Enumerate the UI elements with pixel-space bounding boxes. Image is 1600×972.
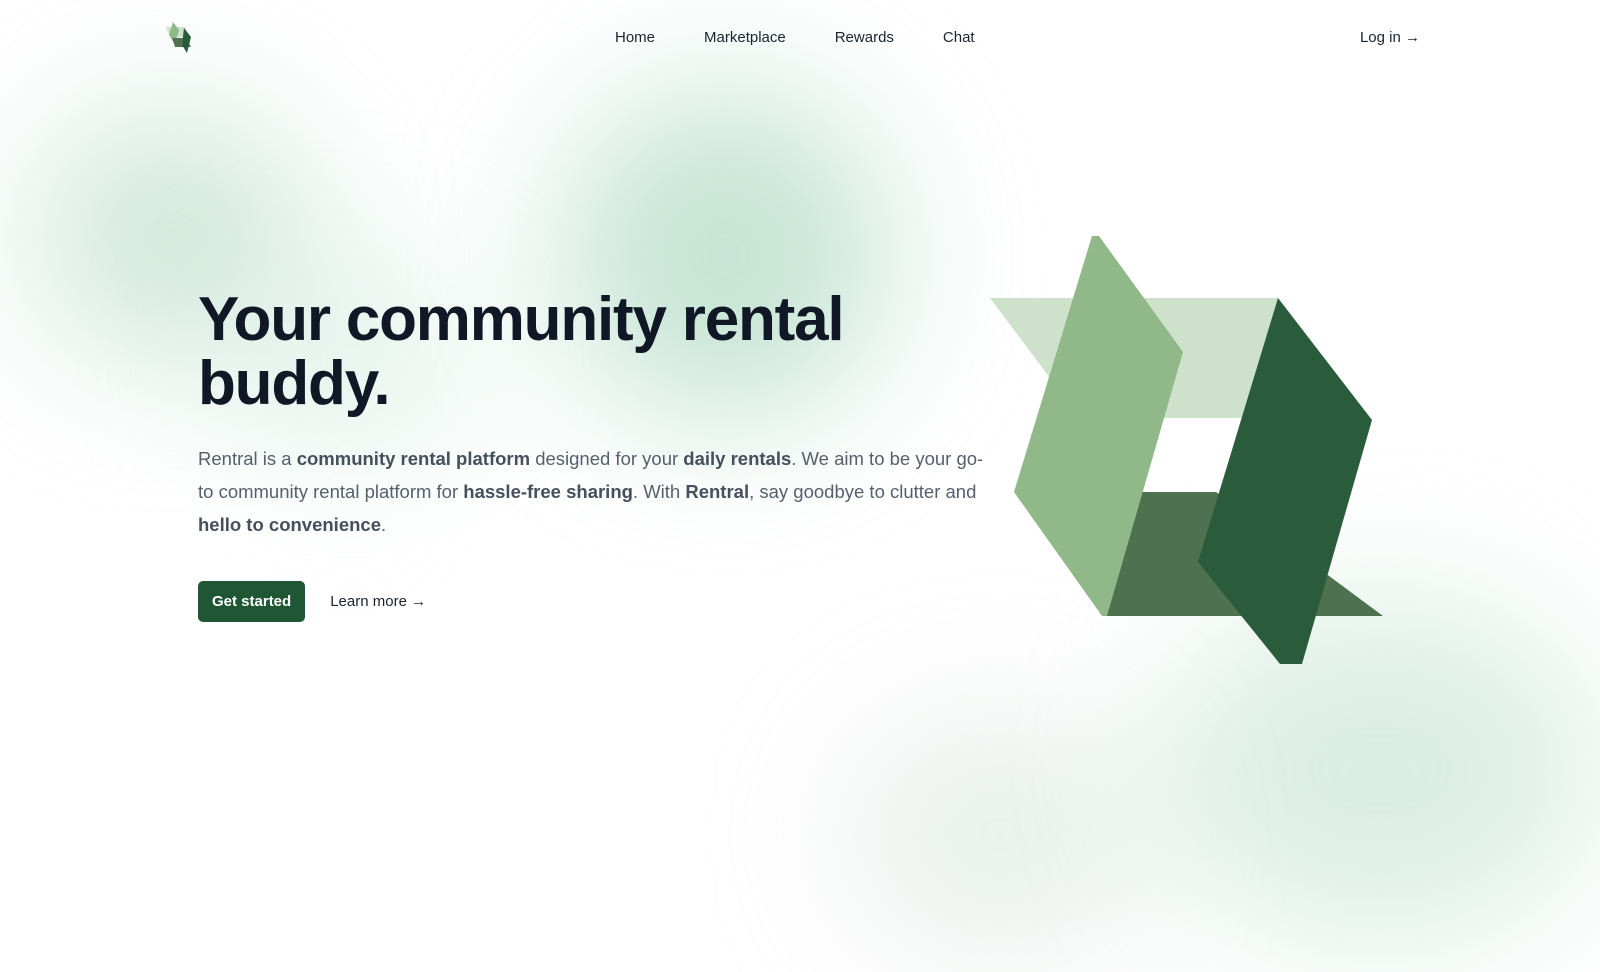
description-text: . With <box>632 481 686 502</box>
nav-link-chat[interactable]: Chat <box>943 28 975 48</box>
rentral-logo-icon[interactable] <box>166 20 194 54</box>
description-text: designed for your <box>530 448 684 469</box>
primary-nav: Home Marketplace Rewards Chat <box>615 28 975 48</box>
login-link[interactable]: Log in → <box>1360 28 1420 48</box>
description-text: Rentral is a <box>198 448 297 469</box>
hero-description: Rentral is a community rental platform d… <box>198 442 998 541</box>
description-highlight: community rental platform <box>296 448 531 469</box>
description-highlight: Rentral <box>685 481 750 502</box>
description-text: . <box>381 514 387 535</box>
description-highlight: hello to convenience <box>198 514 381 535</box>
logo-mark <box>166 22 191 53</box>
background-glow <box>850 720 1150 950</box>
hero-title: Your community rental buddy. <box>198 285 845 418</box>
description-text: , say goodbye to clutter and <box>749 481 977 502</box>
learn-more-link[interactable]: Learn more → <box>330 593 426 610</box>
rentral-logo-illustration <box>990 232 1390 682</box>
nav-link-home[interactable]: Home <box>615 28 655 48</box>
landing-page: Home Marketplace Rewards Chat Log in → Y… <box>0 0 1600 972</box>
logo-illustration-icon <box>990 236 1383 664</box>
description-highlight: daily rentals <box>683 448 792 469</box>
get-started-button[interactable]: Get started <box>198 581 306 622</box>
hero-section: Your community rental buddy. Rentral is … <box>198 288 998 622</box>
nav-link-rewards[interactable]: Rewards <box>835 28 894 48</box>
nav-link-marketplace[interactable]: Marketplace <box>704 28 786 48</box>
description-highlight: hassle-free sharing <box>463 481 633 502</box>
hero-actions: Get started Learn more → <box>198 581 998 622</box>
top-nav: Home Marketplace Rewards Chat Log in → <box>0 0 1600 76</box>
